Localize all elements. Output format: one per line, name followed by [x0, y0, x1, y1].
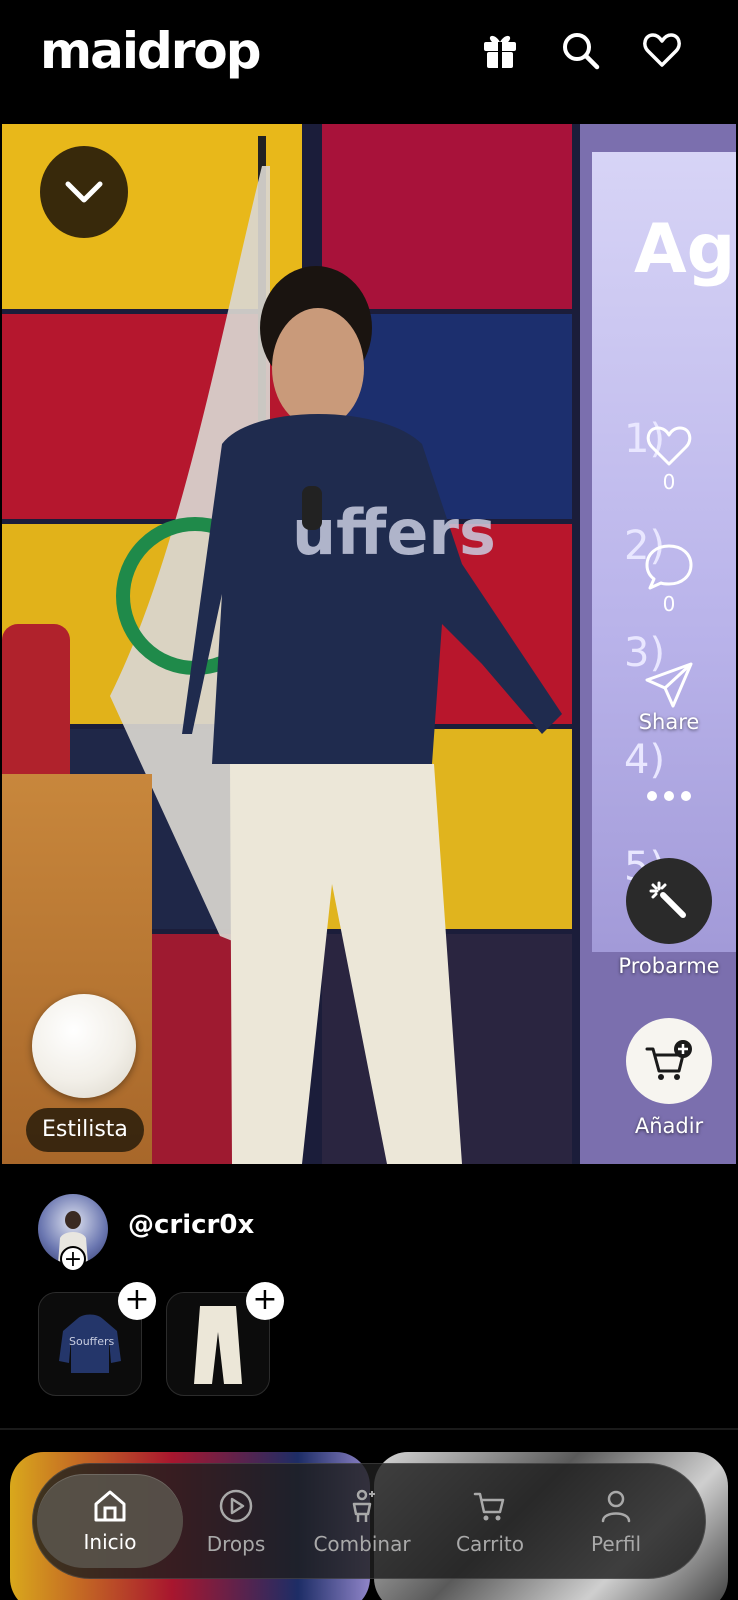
nav-item-drops[interactable]: Drops	[171, 1464, 301, 1580]
try-on-action[interactable]: Probarme	[602, 858, 736, 978]
comment-action[interactable]: 0	[602, 542, 736, 616]
creator-username[interactable]: @cricr0x	[128, 1210, 254, 1240]
person-illustration: uffers	[182, 266, 562, 1164]
add-pants-button[interactable]: +	[246, 1282, 284, 1320]
stylist-label[interactable]: Estilista	[26, 1108, 144, 1152]
comment-count: 0	[662, 592, 676, 616]
share-label: Share	[638, 710, 700, 734]
share-action[interactable]: Share	[602, 660, 736, 734]
nav-item-inicio[interactable]: Inicio	[37, 1474, 183, 1568]
nav-item-perfil[interactable]: Perfil	[551, 1464, 681, 1580]
screen-heading: Ag	[634, 210, 736, 289]
like-count: 0	[662, 470, 676, 494]
play-circle-icon	[219, 1489, 253, 1523]
chair	[2, 624, 70, 774]
nav-label: Combinar	[313, 1532, 411, 1556]
chevron-down-icon	[65, 181, 103, 203]
collapse-button[interactable]	[40, 146, 128, 238]
video-player[interactable]: Ag 1) 2) 3) 4) 5) uffers 0	[2, 124, 736, 1164]
nav-item-carrito[interactable]: Carrito	[425, 1464, 555, 1580]
send-icon[interactable]	[643, 660, 695, 710]
outfit-icon	[352, 1489, 375, 1522]
nav-label: Carrito	[456, 1532, 524, 1556]
heart-outline-icon[interactable]	[645, 424, 693, 468]
podium	[2, 774, 152, 1164]
cart-add-icon	[645, 1040, 692, 1080]
follow-button[interactable]: +	[60, 1246, 86, 1272]
cart-icon	[473, 1492, 505, 1521]
magic-wand-icon	[649, 881, 686, 918]
add-to-cart-action[interactable]: Añadir	[602, 1018, 736, 1138]
app-header: maidrop	[0, 0, 738, 124]
home-icon	[94, 1490, 126, 1522]
gift-icon[interactable]	[478, 28, 522, 72]
add-hoodie-button[interactable]: +	[118, 1282, 156, 1320]
try-on-label: Probarme	[618, 954, 720, 978]
creator-section: + @cricr0x Souffers + +	[0, 1164, 738, 1428]
app-logo[interactable]: maidrop	[40, 22, 262, 80]
more-dots-icon[interactable]	[644, 788, 694, 804]
more-options-button[interactable]	[602, 788, 736, 804]
nav-item-combinar[interactable]: Combinar	[297, 1464, 427, 1580]
stylist-button[interactable]	[32, 994, 136, 1098]
bottom-navigation: Inicio Drops Combinar Carrito Perfil	[32, 1463, 706, 1579]
svg-text:uffers: uffers	[292, 496, 496, 569]
pants-image	[194, 1306, 242, 1384]
try-on-button[interactable]	[626, 858, 712, 944]
like-action[interactable]: 0	[602, 424, 736, 494]
add-label: Añadir	[634, 1114, 704, 1138]
add-to-cart-button[interactable]	[626, 1018, 712, 1104]
hoodie-print: Souffers	[69, 1335, 115, 1348]
heart-icon[interactable]	[640, 28, 684, 72]
nav-label: Perfil	[590, 1532, 642, 1556]
search-icon[interactable]	[558, 28, 602, 72]
divider	[0, 1428, 738, 1430]
hoodie-image: Souffers	[59, 1314, 121, 1373]
nav-label: Inicio	[83, 1530, 137, 1554]
user-icon	[601, 1490, 631, 1523]
comment-icon[interactable]	[644, 542, 694, 590]
nav-label: Drops	[206, 1532, 266, 1556]
